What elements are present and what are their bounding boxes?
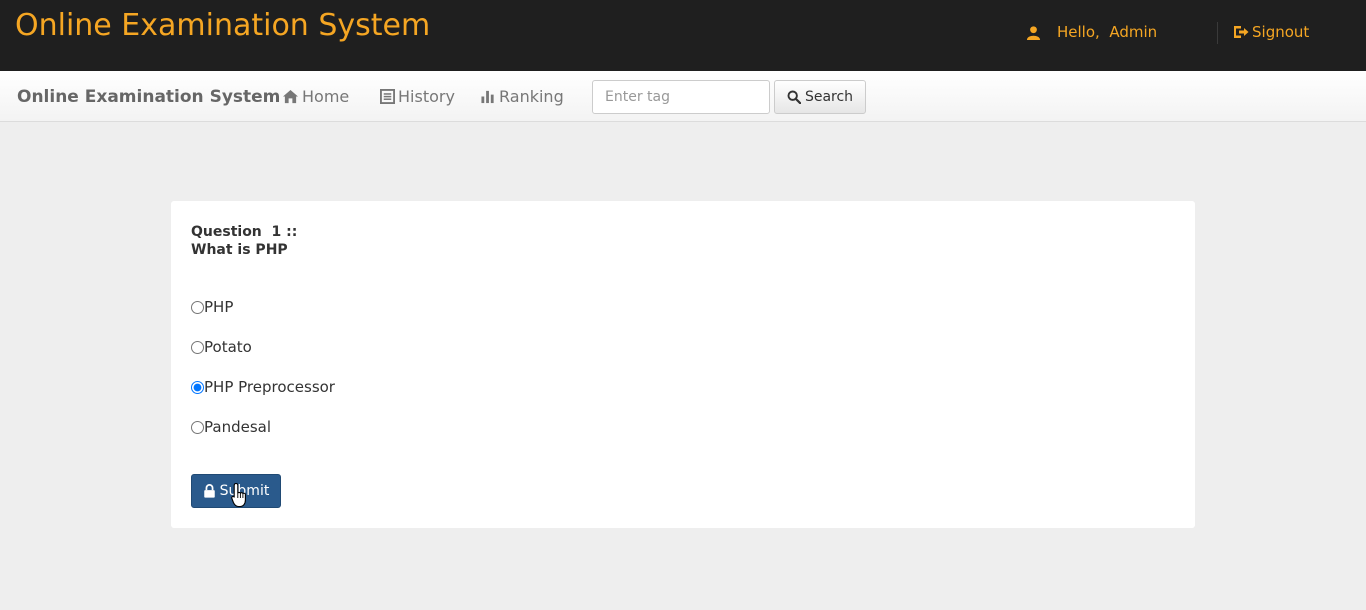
question-panel: Question 1 :: What is PHP PHP Potato PHP… xyxy=(171,201,1195,528)
nav-history-label: History xyxy=(398,87,455,106)
top-header: Online Examination System Hello, Admin S… xyxy=(0,0,1366,71)
user-icon xyxy=(1026,25,1041,40)
submit-button[interactable]: Submit xyxy=(191,474,281,508)
submit-label: Submit xyxy=(219,483,270,499)
option-2-label: Potato xyxy=(204,338,252,356)
nav-home-label: Home xyxy=(302,87,350,106)
option-1-radio[interactable] xyxy=(191,300,204,314)
home-icon xyxy=(283,89,298,104)
question-header: Question 1 :: What is PHP xyxy=(191,223,297,259)
signout-link[interactable]: Signout xyxy=(1233,23,1309,41)
nav-ranking-label: Ranking xyxy=(499,87,564,106)
nav-history[interactable]: History xyxy=(380,87,455,106)
question-title: Question 1 :: xyxy=(191,224,298,240)
option-3[interactable]: PHP Preprocessor xyxy=(191,378,335,396)
app-title: Online Examination System xyxy=(15,8,431,43)
option-3-radio[interactable] xyxy=(191,380,204,394)
bar-chart-icon xyxy=(481,90,494,104)
question-text: What is PHP xyxy=(191,242,288,258)
navbar: Online Examination System Home History R… xyxy=(0,71,1366,122)
header-divider xyxy=(1217,22,1218,44)
lock-icon xyxy=(203,484,215,498)
option-4-radio[interactable] xyxy=(191,420,204,434)
option-1-label: PHP xyxy=(204,298,234,316)
option-4-label: Pandesal xyxy=(204,418,271,436)
search-button[interactable]: Search xyxy=(774,80,866,114)
nav-ranking[interactable]: Ranking xyxy=(480,87,564,106)
search-button-label: Search xyxy=(804,89,854,105)
option-2-radio[interactable] xyxy=(191,340,204,354)
signout-icon xyxy=(1234,26,1249,38)
option-3-label: PHP Preprocessor xyxy=(204,378,335,396)
search-icon xyxy=(787,90,801,104)
navbar-brand[interactable]: Online Examination System xyxy=(17,87,280,107)
list-icon xyxy=(380,89,395,104)
signout-label: Signout xyxy=(1252,23,1310,41)
option-1[interactable]: PHP xyxy=(191,298,233,316)
greeting-text: Hello, Admin xyxy=(1057,23,1158,41)
option-4[interactable]: Pandesal xyxy=(191,418,271,436)
option-2[interactable]: Potato xyxy=(191,338,252,356)
search-input[interactable] xyxy=(592,80,770,114)
nav-home[interactable]: Home xyxy=(282,87,349,106)
user-greeting: Hello, Admin xyxy=(1026,23,1157,41)
